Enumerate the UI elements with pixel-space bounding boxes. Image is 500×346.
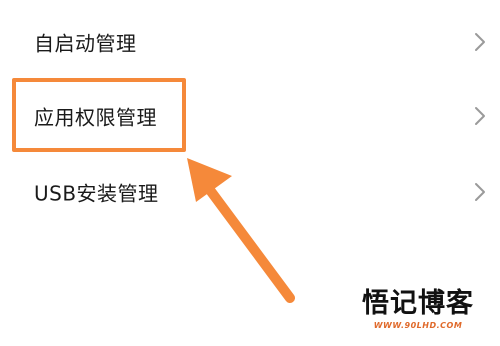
settings-item-autostart[interactable]: 自启动管理	[0, 12, 500, 72]
watermark-logo: 悟记博客 WWW.90LHD.COM	[348, 288, 488, 338]
highlight-box	[12, 78, 186, 152]
chevron-right-icon	[475, 183, 485, 201]
settings-item-label: 自启动管理	[34, 31, 137, 56]
watermark-url: WWW.90LHD.COM	[373, 321, 463, 330]
settings-item-label: USB安装管理	[34, 181, 159, 206]
watermark-title: 悟记博客	[362, 288, 474, 319]
chevron-right-icon	[475, 107, 485, 125]
settings-item-usb-install[interactable]: USB安装管理	[0, 162, 500, 222]
settings-page: 自启动管理 应用权限管理 USB安装管理 悟记博客 WWW.90LHD.COM	[0, 0, 500, 346]
chevron-right-icon	[475, 33, 485, 51]
